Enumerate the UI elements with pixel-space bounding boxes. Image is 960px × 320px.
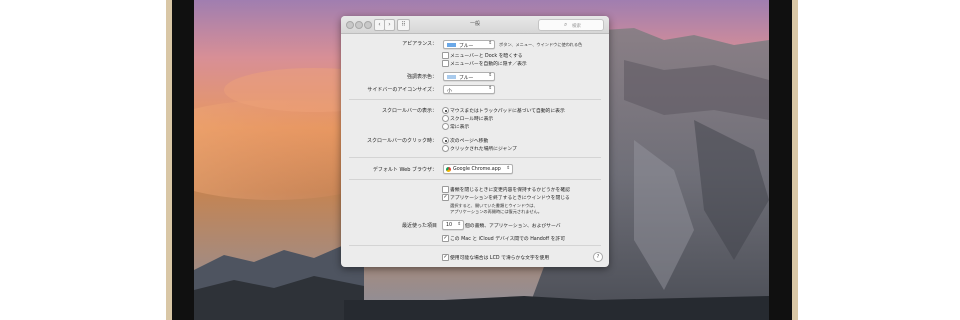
separator — [349, 157, 601, 158]
separator — [349, 99, 601, 100]
sidebar-icon-size-value: 小 — [447, 89, 452, 94]
color-swatch — [447, 42, 456, 47]
recent-items-suffix: 個の書類、アプリケーション、およびサーバ — [465, 224, 561, 229]
ask-keep-changes-label: 書類を閉じるときに変更内容を保持するかどうかを確認 — [450, 188, 570, 193]
appearance-label: アピアランス： — [402, 41, 437, 47]
chrome-icon — [446, 166, 451, 172]
recent-items-popup[interactable]: 10 ⇕ — [442, 220, 464, 230]
default-browser-label: デフォルト Web ブラウザ： — [372, 167, 437, 173]
general-preferences-window: ‹ › ⠿ 一般 ⌕ 検索 アピアランス： ブルー ⇕ ボタン、メニュー、ウイン… — [341, 16, 609, 267]
separator — [349, 179, 601, 180]
lcd-smoothing-checkbox[interactable]: ✓ — [442, 254, 449, 261]
popup-arrows-icon: ⇕ — [488, 86, 492, 91]
close-windows-label: アプリケーションを終了するときにウインドウを閉じる — [450, 196, 570, 201]
highlight-value: ブルー — [459, 76, 474, 81]
dark-menubar-label: メニューバーと Dock を暗くする — [450, 54, 523, 59]
scrollbars-auto-label: マウスまたはトラックパッドに基づいて自動的に表示 — [450, 109, 565, 114]
lcd-smoothing-label: 使用可能な場合は LCD で滑らかな文字を使用 — [450, 256, 550, 261]
handoff-label: この Mac と iCloud デバイス間での Handoff を許可 — [450, 237, 565, 242]
scrollbars-always-label: 常に表示 — [450, 125, 470, 130]
autohide-menubar-label: メニューバーを自動的に隠す／表示 — [450, 62, 527, 67]
search-field[interactable]: ⌕ 検索 — [538, 19, 604, 31]
handoff-checkbox[interactable]: ✓ — [442, 235, 449, 242]
default-browser-value: Google Chrome.app — [453, 166, 501, 172]
color-swatch — [447, 74, 456, 79]
ask-keep-changes-checkbox[interactable] — [442, 186, 449, 193]
jump-next-page-radio[interactable] — [442, 137, 449, 144]
screen-bezel-left — [172, 0, 194, 320]
help-button[interactable]: ? — [593, 252, 603, 262]
highlight-popup[interactable]: ブルー ⇕ — [443, 72, 495, 81]
close-windows-checkbox[interactable]: ✓ — [442, 194, 449, 201]
close-windows-note-2: アプリケーションの再開時には復元されません。 — [450, 209, 542, 214]
jump-next-page-label: 次のページへ移動 — [450, 139, 489, 144]
scrollbars-auto-radio[interactable] — [442, 107, 449, 114]
laptop-frame-right — [792, 0, 798, 320]
desktop-screenshot: ‹ › ⠿ 一般 ⌕ 検索 アピアランス： ブルー ⇕ ボタン、メニュー、ウイン… — [0, 0, 960, 320]
screen-bezel-right — [769, 0, 792, 320]
search-icon: ⌕ — [564, 21, 568, 28]
separator — [349, 245, 601, 246]
search-placeholder: 検索 — [572, 23, 581, 29]
appearance-description: ボタン、メニュー、ウインドウに使われる色 — [499, 42, 583, 47]
click-scrollbar-label: スクロールバーのクリック時： — [366, 138, 437, 144]
autohide-menubar-checkbox[interactable] — [442, 60, 449, 67]
scrollbars-scrolling-label: スクロール時に表示 — [450, 117, 494, 122]
sidebar-icon-size-label: サイドバーのアイコンサイズ： — [367, 87, 437, 93]
show-scrollbars-label: スクロールバーの表示： — [381, 108, 437, 114]
scrollbars-scrolling-radio[interactable] — [442, 115, 449, 122]
popup-arrows-icon: ⇕ — [457, 221, 461, 227]
default-browser-popup[interactable]: Google Chrome.app ⇕ — [443, 164, 513, 174]
highlight-label: 強調表示色： — [406, 74, 437, 80]
appearance-value: ブルー — [459, 44, 474, 49]
jump-clicked-spot-label: クリックされた場所にジャンプ — [450, 147, 517, 152]
dark-menubar-checkbox[interactable] — [442, 52, 449, 59]
jump-clicked-spot-radio[interactable] — [442, 145, 449, 152]
recent-items-label: 最近使った項目 — [401, 223, 437, 229]
appearance-popup[interactable]: ブルー ⇕ — [443, 40, 495, 49]
scrollbars-always-radio[interactable] — [442, 123, 449, 130]
sidebar-icon-size-popup[interactable]: 小 ⇕ — [443, 85, 495, 94]
title-bar: ‹ › ⠿ 一般 ⌕ 検索 — [341, 16, 609, 34]
recent-items-value: 10 — [446, 222, 453, 228]
popup-arrows-icon: ⇕ — [506, 165, 510, 171]
popup-arrows-icon: ⇕ — [488, 41, 492, 46]
popup-arrows-icon: ⇕ — [488, 73, 492, 78]
